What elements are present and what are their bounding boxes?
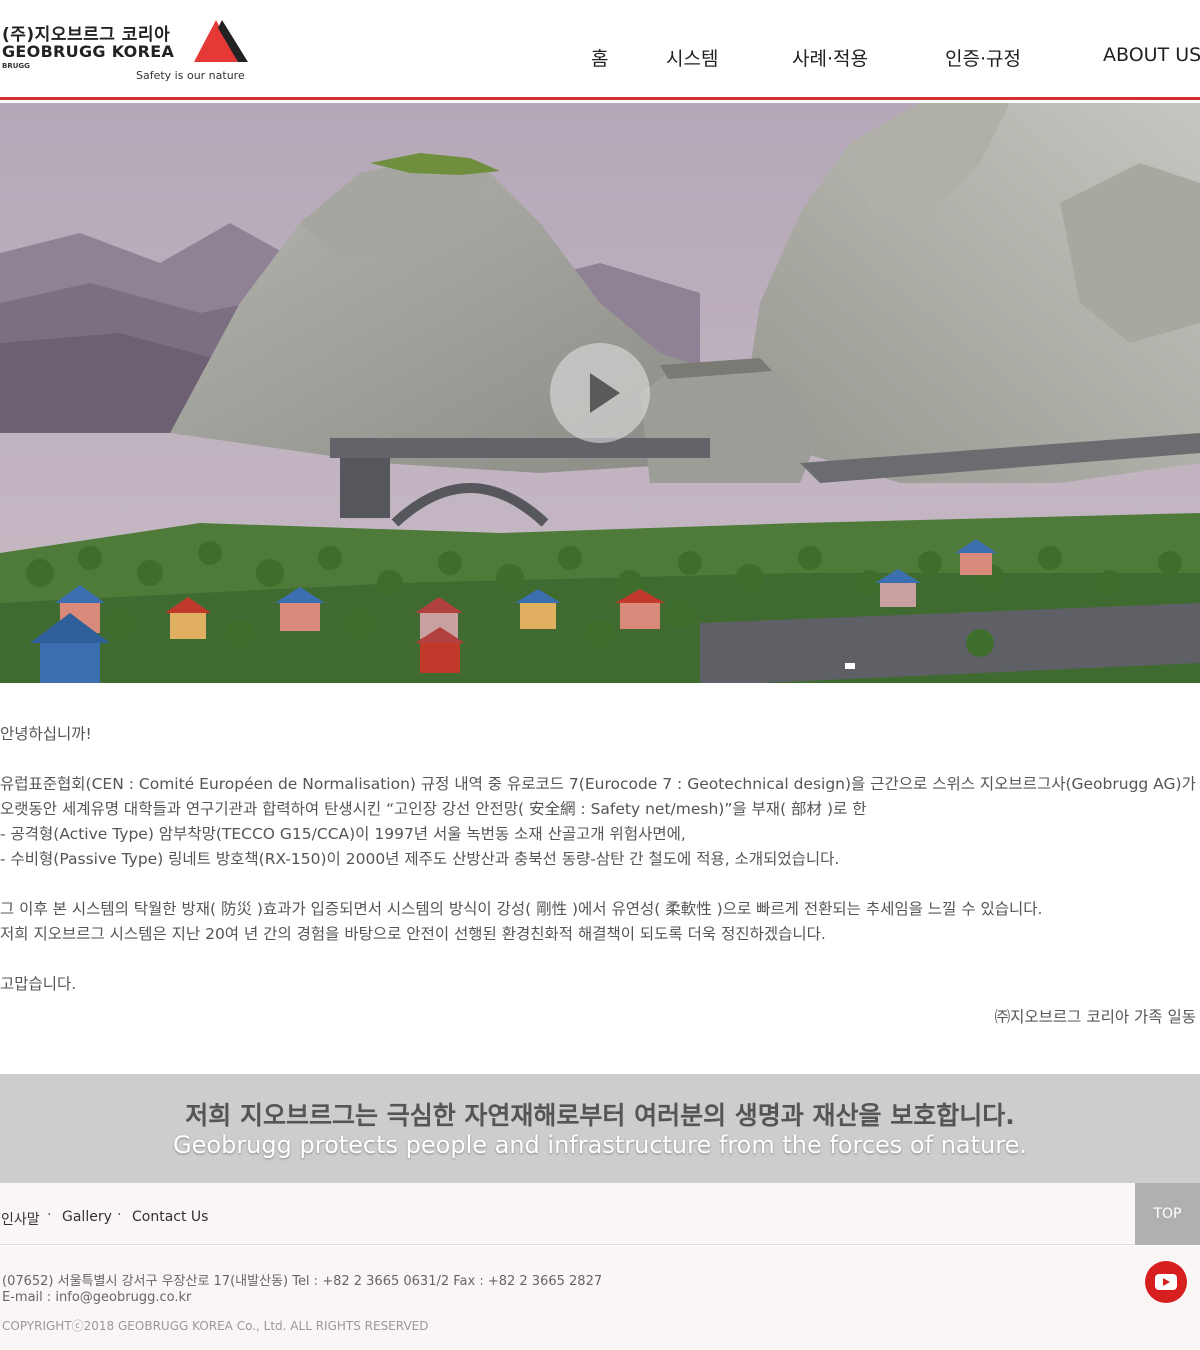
greeting-signature: ㈜지오브르그 코리아 가족 일동 [994,1008,1196,1026]
greeting-line: 오랫동안 세계유명 대학들과 연구기관과 합력하여 탄생시킨 “고인장 강선 안… [0,800,867,818]
footer-info: (07652) 서울특별시 강서구 우장산로 17(내발산동) Tel : +8… [0,1246,1200,1350]
footer-link-contact[interactable]: Contact Us [132,1209,208,1225]
site-header: (주)지오브르그 코리아 GEOBRUGG KOREA BRUGG Safety… [0,0,1200,100]
greeting-line: 그 이후 본 시스템의 탁월한 방재( 防災 )효과가 입증되면서 시스템의 방… [0,900,1043,918]
slogan-banner: 저희 지오브르그는 극심한 자연재해로부터 여러분의 생명과 재산을 보호합니다… [0,1074,1200,1183]
nav-system[interactable]: 시스템 [666,44,718,71]
slogan-english: Geobrugg protects people and infrastruct… [173,1131,1027,1159]
main-nav: 홈 시스템 사례·적용 인증·규정 ABOUT US [0,44,1200,72]
greeting-line: 유럽표준협회(CEN : Comité Européen de Normalis… [0,775,1196,793]
nav-home[interactable]: 홈 [591,44,608,71]
hero-video[interactable] [0,103,1200,683]
greeting-line: 안녕하십니까! [0,725,92,743]
greeting-line: 고맙습니다. [0,975,77,993]
greeting-line: - 수비형(Passive Type) 링네트 방호책(RX-150)이 200… [0,850,840,868]
play-button[interactable] [550,343,650,443]
nav-certification[interactable]: 인증·규정 [945,44,1021,71]
slogan-korean: 저희 지오브르그는 극심한 자연재해로부터 여러분의 생명과 재산을 보호합니다… [185,1101,1015,1130]
youtube-button[interactable] [1145,1261,1187,1303]
company-email: E-mail : info@geobrugg.co.kr [2,1290,192,1305]
greeting-line: 저희 지오브르그 시스템은 지난 20여 년 간의 경험을 바탕으로 안전이 선… [0,925,826,943]
youtube-icon [1155,1274,1177,1290]
footer-link-greeting[interactable]: 인사말 [1,1209,40,1229]
nav-about-us[interactable]: ABOUT US [1103,44,1200,66]
footer-nav: 인사말 · Gallery · Contact Us [0,1183,1200,1245]
greeting-line: - 공격형(Active Type) 암부착망(TECCO G15/CCA)이 … [0,825,686,843]
scroll-top-button[interactable]: TOP [1135,1183,1200,1245]
company-address: (07652) 서울특별시 강서구 우장산로 17(내발산동) Tel : +8… [2,1274,603,1289]
footer-link-gallery[interactable]: Gallery [62,1209,112,1225]
greeting-message: 안녕하십니까! 유럽표준협회(CEN : Comité Européen de … [0,722,1200,997]
footer-separator: · [47,1207,52,1223]
nav-cases[interactable]: 사례·적용 [792,44,868,71]
play-icon [590,373,620,413]
footer-separator: · [117,1207,122,1223]
copyright: COPYRIGHTⓒ2018 GEOBRUGG KOREA Co., Ltd. … [2,1319,429,1333]
